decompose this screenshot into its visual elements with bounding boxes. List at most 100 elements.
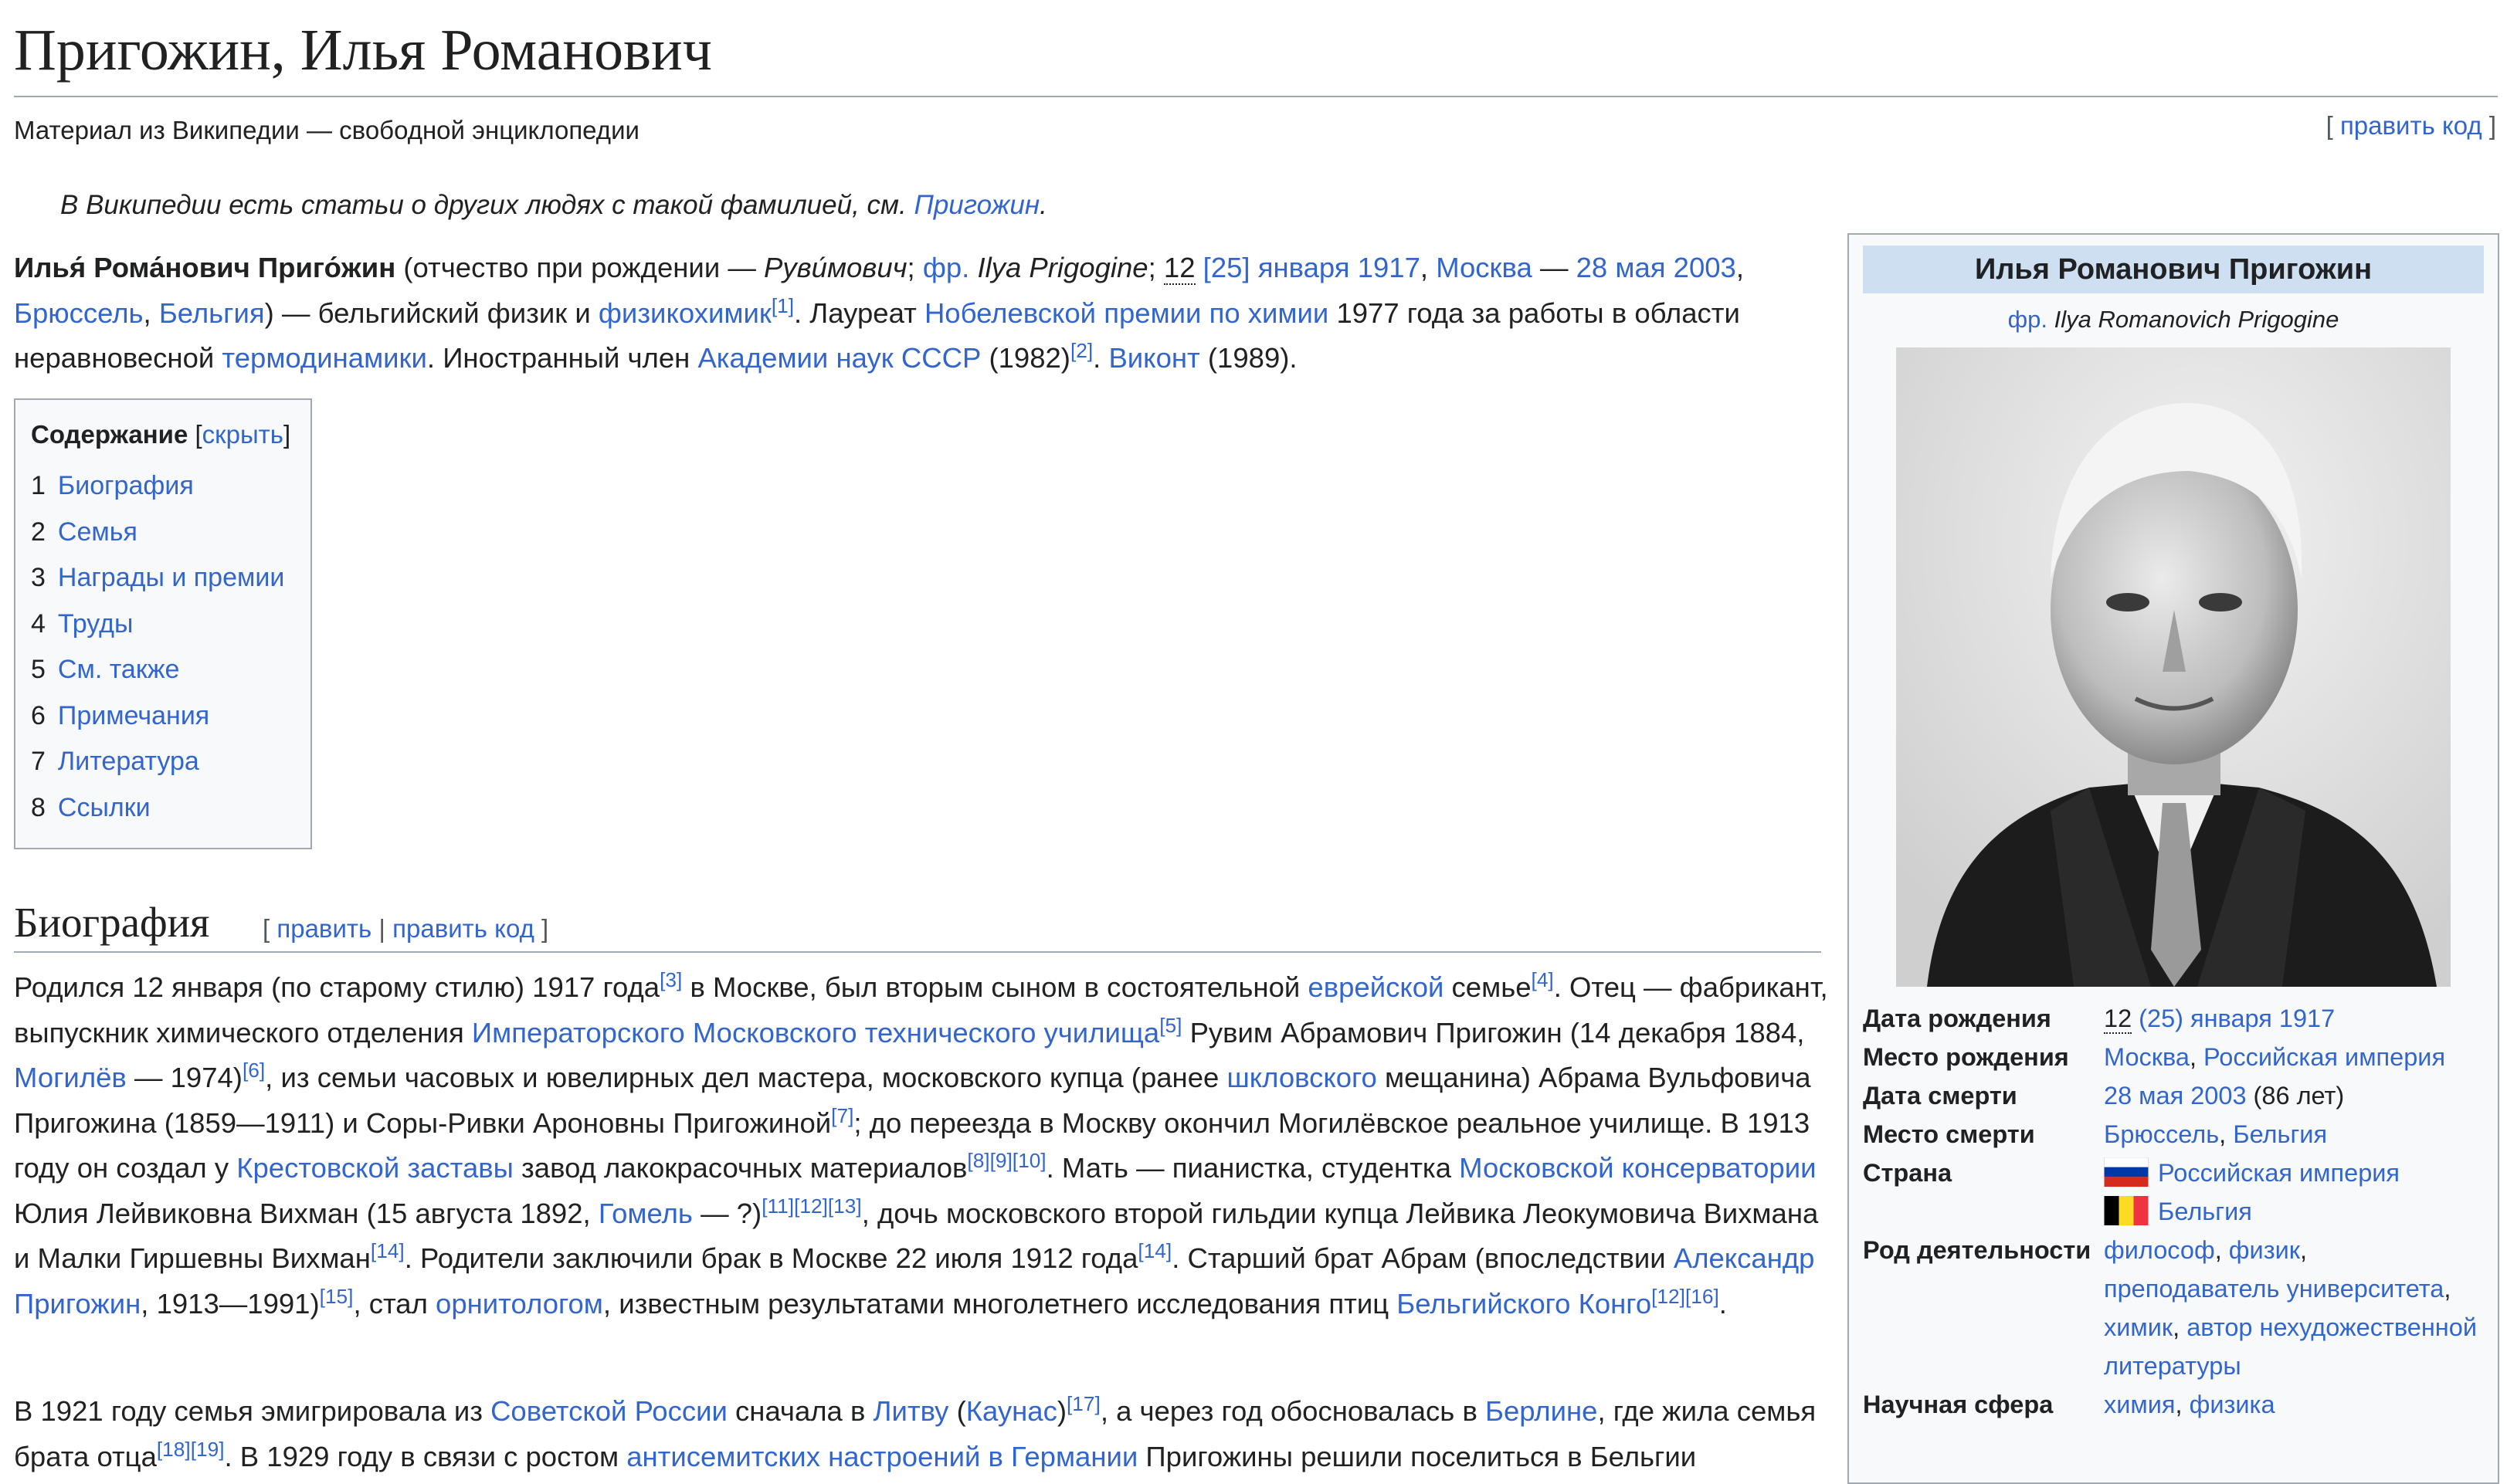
moscow-link[interactable]: Москва	[1436, 252, 1532, 283]
brussels-link[interactable]: Брюссель	[14, 297, 144, 329]
ref-15[interactable]: [15]	[320, 1284, 354, 1307]
ref-4[interactable]: [4]	[1532, 968, 1554, 991]
lead-text: —	[1532, 252, 1576, 283]
ref-19[interactable]: [19]	[191, 1437, 225, 1460]
berlin-link[interactable]: Берлине	[1485, 1395, 1597, 1427]
infobox-original-name: фр. Ilya Romanovich Prigogine	[1849, 306, 2498, 334]
infobox-country-belgium-link[interactable]: Бельгия	[2158, 1198, 2252, 1225]
kaunas-link[interactable]: Каунас	[966, 1395, 1057, 1427]
lead-original-name: Ilya Prigogine	[969, 252, 1148, 283]
gomel-link[interactable]: Гомель	[599, 1198, 693, 1229]
toc-item-biography[interactable]: 1 Биография	[31, 463, 295, 510]
physical-chemist-link[interactable]: физикохимик	[599, 297, 772, 329]
ref-13[interactable]: [13]	[828, 1194, 862, 1217]
infobox-row-death-place: Место смерти Брюссель, Бельгия	[1849, 1115, 2498, 1154]
toc-item-works[interactable]: 4 Труды	[31, 601, 295, 648]
academy-link[interactable]: Академии наук СССР	[697, 342, 981, 374]
toc-label[interactable]: Ссылки	[58, 793, 151, 822]
belgium-link[interactable]: Бельгия	[159, 297, 265, 329]
lithuania-link[interactable]: Литву	[874, 1395, 949, 1427]
conservatory-link[interactable]: Московской консерватории	[1459, 1152, 1816, 1184]
section-edit-link[interactable]: править	[276, 914, 371, 943]
birth-date-link[interactable]: [25] января 1917	[1203, 252, 1420, 283]
bio-text: Пригожины решили поселиться в Бельгии	[1138, 1440, 1697, 1472]
title-divider	[14, 96, 2498, 97]
toc-item-awards[interactable]: 3 Награды и премии	[31, 555, 295, 601]
lang-fr-link[interactable]: фр.	[923, 252, 969, 283]
section-edit-source-link[interactable]: править код	[392, 914, 534, 943]
antisemitism-link[interactable]: антисемитских настроений в Германии	[626, 1441, 1138, 1472]
infobox-row-birth-date: Дата рождения 12 (25) января 1917	[1849, 999, 2498, 1038]
toc-item-literature[interactable]: 7 Литература	[31, 739, 295, 785]
toc-label[interactable]: Семья	[58, 517, 137, 547]
ref-18[interactable]: [18]	[157, 1437, 191, 1460]
edit-source-link[interactable]: править код	[2340, 111, 2482, 140]
ref-8[interactable]: [8]	[967, 1149, 989, 1172]
ref-3[interactable]: [3]	[660, 968, 682, 991]
ref-7[interactable]: [7]	[831, 1103, 853, 1127]
nobel-prize-link[interactable]: Нобелевской премии по химии	[924, 297, 1328, 329]
infobox-value: химия, физика	[2104, 1385, 2484, 1424]
bio-text: )	[1057, 1395, 1067, 1427]
infobox-belgium-link[interactable]: Бельгия	[2233, 1120, 2327, 1148]
toc-label[interactable]: Примечания	[58, 701, 209, 730]
ref-11[interactable]: [11]	[762, 1194, 794, 1217]
physics-link[interactable]: физика	[2190, 1391, 2275, 1418]
toc-label[interactable]: Награды и премии	[58, 563, 284, 592]
ref-6[interactable]: [6]	[243, 1059, 265, 1082]
biography-paragraph-1: Родился 12 января (по старому стилю) 191…	[14, 965, 1837, 1326]
toc-label[interactable]: Литература	[58, 747, 199, 776]
toc-item-notes[interactable]: 6 Примечания	[31, 693, 295, 740]
philosopher-link[interactable]: философ	[2104, 1236, 2215, 1264]
thermodynamics-link[interactable]: термодинамики	[222, 342, 426, 374]
ornithologist-link[interactable]: орнитологом	[436, 1288, 603, 1320]
infobox-russian-empire-link[interactable]: Российская империя	[2203, 1043, 2445, 1071]
infobox-brussels-link[interactable]: Брюссель	[2104, 1120, 2219, 1148]
bio-text: — ?)	[692, 1197, 762, 1229]
ref-10[interactable]: [10]	[1013, 1149, 1047, 1172]
ref-2[interactable]: [2]	[1070, 339, 1093, 362]
lead-text: .	[1093, 342, 1109, 374]
infobox-value: 28 мая 2003 (86 лет)	[2104, 1076, 2484, 1115]
jewish-link[interactable]: еврейской	[1308, 971, 1443, 1003]
infobox-lang-fr-link[interactable]: фр.	[2008, 306, 2047, 333]
mogilev-link[interactable]: Могилёв	[14, 1062, 127, 1093]
ref-14[interactable]: [14]	[371, 1239, 405, 1262]
toc-label[interactable]: Биография	[58, 471, 194, 500]
toc-item-family[interactable]: 2 Семья	[31, 510, 295, 556]
toc-item-links[interactable]: 8 Ссылки	[31, 785, 295, 832]
ref-16[interactable]: [16]	[1685, 1284, 1719, 1307]
chemist-link[interactable]: химик	[2104, 1313, 2173, 1341]
krestovskaya-link[interactable]: Крестовской заставы	[236, 1152, 514, 1184]
lead-name: Илья́ Рома́нович Приго́жин	[14, 252, 396, 283]
toc-label[interactable]: Труды	[58, 609, 134, 639]
toc-hide-toggle[interactable]: скрыть	[202, 420, 283, 449]
physicist-link[interactable]: физик	[2229, 1236, 2300, 1264]
death-date-link[interactable]: 28 мая 2003	[1576, 252, 1736, 283]
toc-item-see-also[interactable]: 5 См. также	[31, 647, 295, 693]
ref-17[interactable]: [17]	[1067, 1392, 1101, 1415]
ref-14[interactable]: [14]	[1138, 1239, 1172, 1262]
professor-link[interactable]: преподаватель университета	[2104, 1275, 2444, 1303]
section-edit-links: [ править | править код ]	[263, 914, 548, 944]
soviet-russia-link[interactable]: Советской России	[490, 1395, 728, 1427]
toc-number: 6	[31, 700, 46, 730]
ref-12[interactable]: [12]	[1651, 1284, 1685, 1307]
ref-12[interactable]: [12]	[794, 1194, 828, 1217]
ref-9[interactable]: [9]	[990, 1149, 1013, 1172]
belgian-congo-link[interactable]: Бельгийского Конго	[1396, 1288, 1651, 1320]
viscount-link[interactable]: Виконт	[1108, 342, 1199, 374]
section-divider	[14, 951, 1821, 953]
infobox-moscow-link[interactable]: Москва	[2104, 1043, 2190, 1071]
hatnote-link[interactable]: Пригожин	[914, 190, 1040, 220]
toc-label[interactable]: См. также	[58, 655, 179, 684]
infobox-birth-date-link[interactable]: (25) января 1917	[2132, 1005, 2335, 1032]
ref-5[interactable]: [5]	[1159, 1013, 1182, 1036]
shklov-link[interactable]: шкловского	[1226, 1062, 1376, 1093]
technical-school-link[interactable]: Императорского Московского технического …	[472, 1017, 1159, 1049]
portrait-photo[interactable]	[1896, 347, 2451, 987]
infobox-country-russian-empire-link[interactable]: Российская империя	[2158, 1159, 2400, 1187]
infobox-death-date-link[interactable]: 28 мая 2003	[2104, 1082, 2247, 1110]
ref-1[interactable]: [1]	[772, 293, 794, 317]
chemistry-link[interactable]: химия	[2104, 1391, 2176, 1418]
